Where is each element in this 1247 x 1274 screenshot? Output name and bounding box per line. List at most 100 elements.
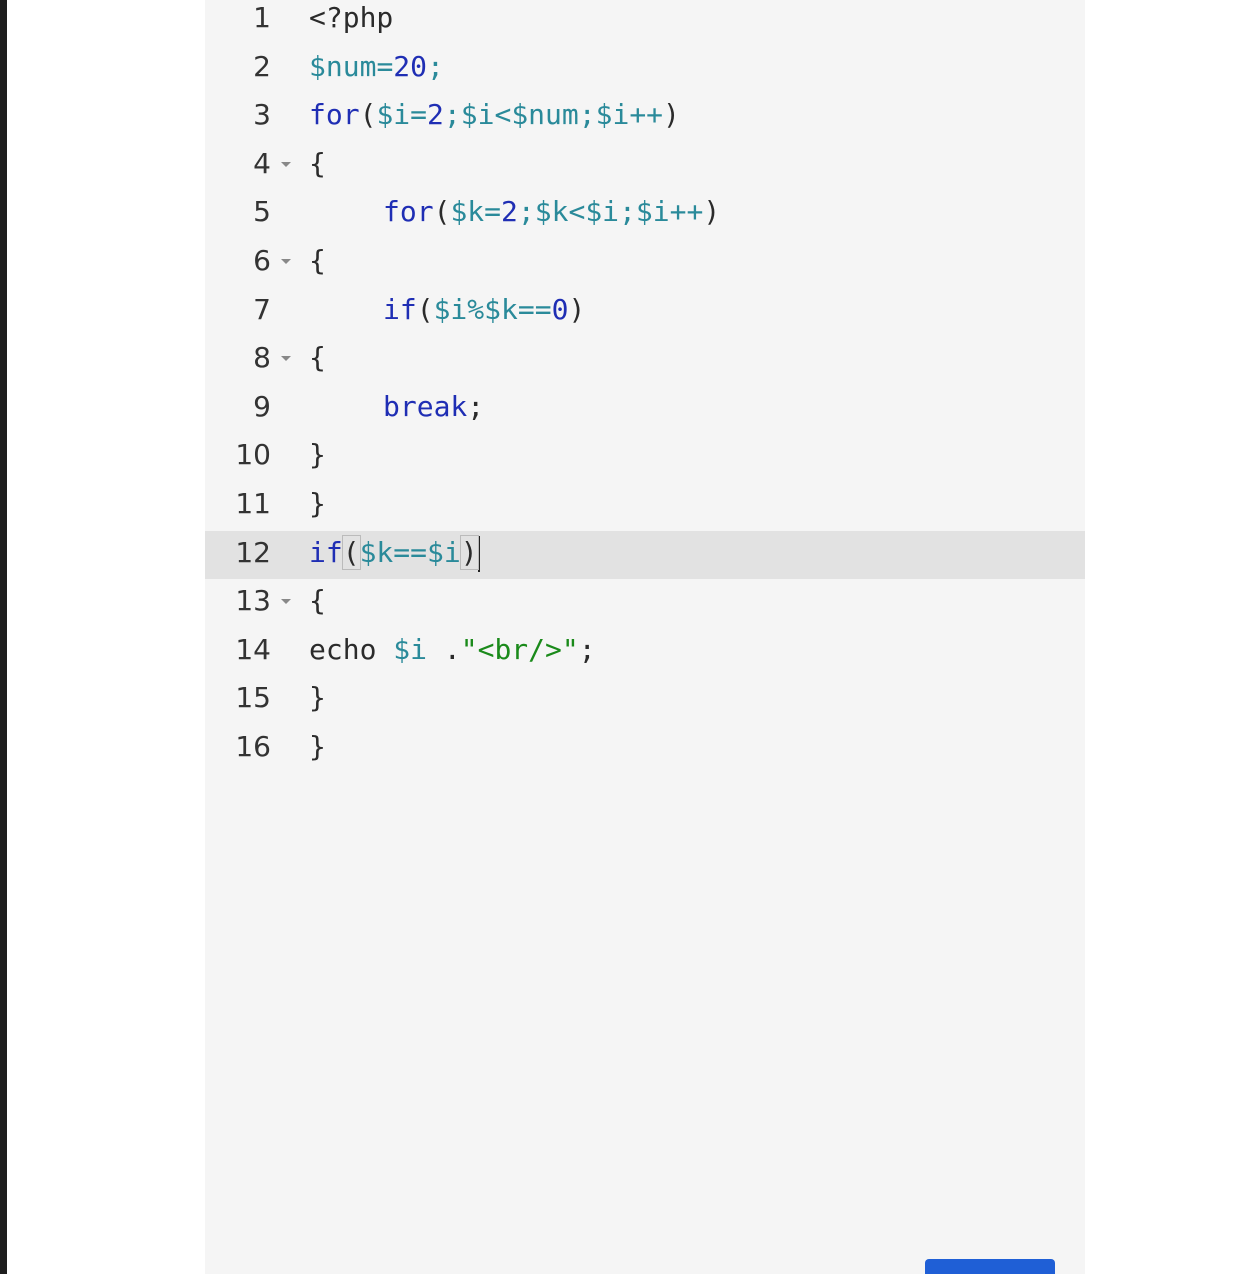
code-token: ; xyxy=(578,632,596,666)
code-token: $num xyxy=(511,98,579,132)
code-text: { xyxy=(309,142,326,190)
code-token: ) xyxy=(703,195,721,229)
line-number: 5 xyxy=(253,195,271,229)
code-token: if xyxy=(309,535,343,569)
code-token: == xyxy=(517,292,552,326)
code-line[interactable]: 12 if($k==$i) xyxy=(205,530,1085,579)
code-token: ; xyxy=(578,98,596,132)
code-line[interactable]: 15} xyxy=(205,676,1085,724)
code-line[interactable]: 3 for($i=2;$i<$num;$i++) xyxy=(205,93,1085,141)
code-token: ( xyxy=(359,98,377,132)
code-token: % xyxy=(467,292,485,326)
code-token: $k xyxy=(450,195,485,229)
code-token: 2 xyxy=(501,195,518,229)
code-token: ; xyxy=(427,49,444,83)
code-line[interactable]: 7 if($i%$k==0) xyxy=(205,288,1085,336)
code-token: = xyxy=(484,195,502,229)
code-text: { xyxy=(309,579,326,627)
code-token: "<br/>" xyxy=(460,632,579,666)
code-line[interactable]: 1 <?php xyxy=(205,0,1085,44)
code-line[interactable]: 2 $num=20; xyxy=(205,45,1085,93)
code-text: if($k==$i) xyxy=(309,531,480,579)
code-token: ) xyxy=(663,98,680,132)
line-number: 9 xyxy=(253,389,271,423)
code-token: { xyxy=(309,341,326,375)
code-token: 0 xyxy=(551,292,569,326)
line-number: 16 xyxy=(235,730,271,763)
code-token: ++ xyxy=(629,98,664,132)
code-token: $i xyxy=(595,98,630,132)
code-token: } xyxy=(309,681,326,715)
code-line[interactable]: 10} xyxy=(205,433,1085,481)
code-line[interactable]: 13 { xyxy=(205,579,1085,627)
code-token: 2 xyxy=(427,98,444,132)
window-left-edge xyxy=(0,0,7,1274)
code-token: } xyxy=(309,730,326,763)
code-text: } xyxy=(309,725,326,773)
code-token: $k xyxy=(484,292,518,326)
code-editor[interactable]: 1 <?php 2 $num=20; 3 for($i=2;$i<$num;$i++) 4{… xyxy=(205,0,1085,1274)
code-line[interactable]: 16} xyxy=(205,725,1085,773)
code-line[interactable]: 6{ xyxy=(205,239,1085,287)
code-text: { xyxy=(309,336,326,384)
code-text: { xyxy=(309,239,326,287)
line-number: 3 xyxy=(253,98,271,132)
code-token: } xyxy=(309,487,326,520)
code-token: == xyxy=(393,535,428,569)
code-text: <?php xyxy=(309,0,393,44)
code-token: ; xyxy=(443,98,461,132)
line-number: 8 xyxy=(253,341,271,375)
code-text: } xyxy=(309,482,326,530)
code-token: { xyxy=(309,584,326,618)
fold-arrow-icon[interactable] xyxy=(281,259,291,264)
code-token: $i xyxy=(376,98,411,132)
code-token: ) xyxy=(459,534,479,570)
fold-arrow-icon[interactable] xyxy=(281,161,291,167)
code-token: break xyxy=(383,389,468,423)
code-text: if($i%$k==0) xyxy=(383,288,585,336)
code-text: for($k=2;$k<$i;$i++) xyxy=(383,190,720,238)
code-token: $i xyxy=(460,98,495,132)
code-token: ; xyxy=(467,389,485,423)
fold-arrow-icon[interactable] xyxy=(281,356,291,362)
code-token: < xyxy=(494,98,512,132)
code-token: <?php xyxy=(309,1,394,34)
code-token: < xyxy=(568,195,586,229)
code-text: $num=20; xyxy=(309,45,444,93)
code-token: ( xyxy=(416,292,434,326)
code-token: ; xyxy=(619,195,636,229)
code-token: $i xyxy=(635,195,670,229)
submit-button[interactable] xyxy=(925,1259,1055,1274)
code-line[interactable]: 14 echo $i ."<br/>"; xyxy=(205,628,1085,676)
code-token: $i xyxy=(433,292,468,326)
code-line[interactable]: 5 for($k=2;$k<$i;$i++) xyxy=(205,190,1085,238)
fold-arrow-icon[interactable] xyxy=(281,599,291,605)
code-token: { xyxy=(309,146,326,180)
code-token: 20 xyxy=(393,49,428,83)
line-number: 6 xyxy=(253,244,271,277)
line-number: 15 xyxy=(235,681,271,715)
code-token: echo xyxy=(309,632,394,666)
code-line[interactable]: 9 break; xyxy=(205,385,1085,433)
line-number: 13 xyxy=(235,584,271,618)
code-token: $i xyxy=(585,195,620,229)
line-number: 10 xyxy=(235,438,271,472)
line-number: 4 xyxy=(253,146,271,180)
code-line[interactable]: 11} xyxy=(205,482,1085,530)
line-number: 11 xyxy=(235,487,271,520)
code-token: $i xyxy=(393,632,428,666)
line-number: 1 xyxy=(253,1,271,34)
code-text: } xyxy=(309,433,326,481)
code-text: for($i=2;$i<$num;$i++) xyxy=(309,93,680,141)
code-token: for xyxy=(383,195,434,229)
code-line[interactable]: 8{ xyxy=(205,336,1085,384)
page: 1 <?php 2 $num=20; 3 for($i=2;$i<$num;$i++) 4{… xyxy=(0,0,1247,1274)
line-number: 2 xyxy=(253,49,271,83)
code-token: $k xyxy=(359,535,394,569)
code-token: ( xyxy=(341,534,361,570)
line-number: 14 xyxy=(235,632,271,666)
code-text: } xyxy=(309,676,326,724)
code-line[interactable]: 4{ xyxy=(205,142,1085,190)
code-token: = xyxy=(376,49,394,83)
code-text: echo $i ."<br/>"; xyxy=(309,628,596,676)
